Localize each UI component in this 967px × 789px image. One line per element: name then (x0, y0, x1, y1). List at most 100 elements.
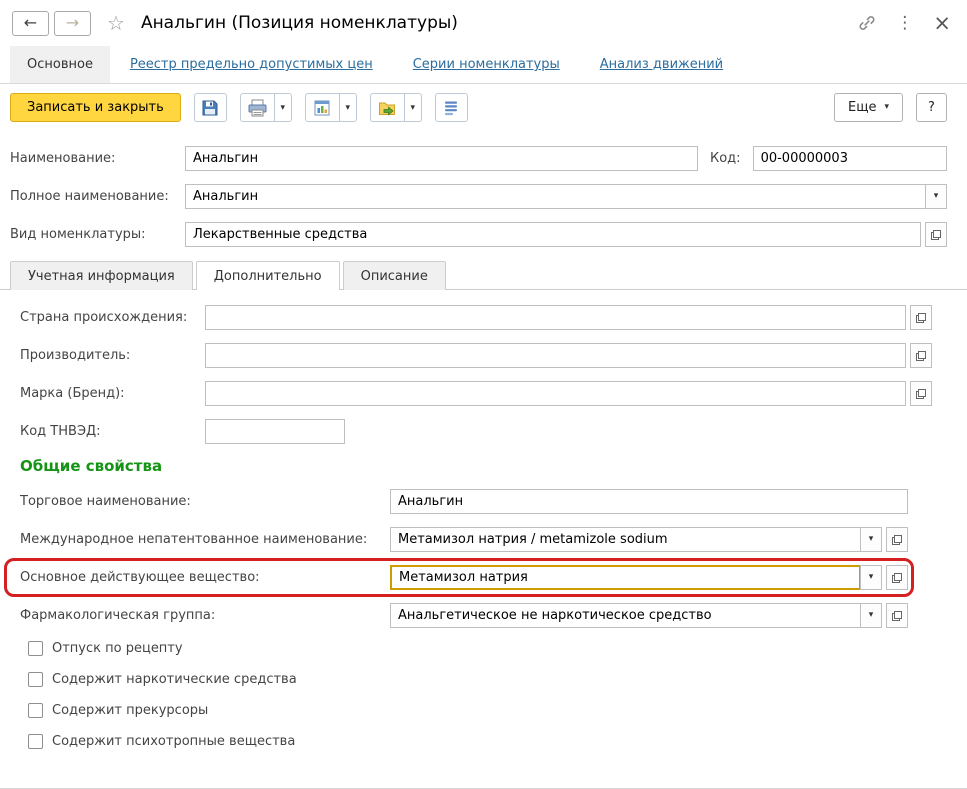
manufacturer-choose-button[interactable] (910, 343, 932, 368)
checkbox-psychotropic-label[interactable]: Содержит психотропные вещества (52, 734, 295, 749)
tab-accounting-info[interactable]: Учетная информация (10, 261, 193, 290)
pharm-group-label: Фармакологическая группа: (20, 608, 390, 623)
checkbox-narcotic-label[interactable]: Содержит наркотические средства (52, 672, 297, 687)
name-input[interactable] (185, 146, 698, 171)
help-button[interactable]: ? (916, 93, 947, 122)
create-based-on-button[interactable] (371, 94, 404, 121)
active-substance-choose-button[interactable] (886, 565, 908, 590)
checkbox-row-psychotropic: Содержит психотропные вещества (20, 734, 932, 749)
nav-link-price-registry[interactable]: Реестр предельно допустимых цен (130, 57, 373, 72)
nav-link-movement-analysis[interactable]: Анализ движений (600, 57, 723, 72)
field-row-inn: Международное непатентованное наименован… (20, 527, 908, 552)
full-name-field-group: ▾ (185, 184, 947, 209)
checkbox-row-prescription: Отпуск по рецепту (20, 641, 932, 656)
kebab-menu-icon[interactable]: ⋮ (896, 15, 913, 32)
detail-tabstrip: Учетная информация Дополнительно Описани… (0, 260, 967, 290)
active-substance-label: Основное действующее вещество: (20, 570, 390, 585)
close-icon[interactable]: × (933, 13, 951, 34)
manufacturer-field-group (205, 343, 932, 368)
navigation-bar: Основное Реестр предельно допустимых цен… (0, 46, 967, 84)
name-label: Наименование: (10, 151, 185, 166)
brand-input[interactable] (205, 381, 906, 406)
field-row-country: Страна происхождения: (20, 305, 932, 330)
nav-tab-main[interactable]: Основное (10, 46, 110, 83)
tab-additional[interactable]: Дополнительно (196, 261, 340, 290)
country-label: Страна происхождения: (20, 310, 205, 325)
titlebar: ← → ☆ Анальгин (Позиция номенклатуры) ⋮ … (0, 0, 967, 46)
checkbox-precursors-label[interactable]: Содержит прекурсоры (52, 703, 208, 718)
field-row-pharm-group: Фармакологическая группа: ▾ (20, 603, 908, 628)
back-button[interactable]: ← (12, 11, 49, 36)
chevron-down-icon: ▾ (869, 573, 874, 582)
full-name-input[interactable] (185, 184, 926, 209)
brand-choose-button[interactable] (910, 381, 932, 406)
overlapping-squares-icon (891, 572, 903, 584)
code-input[interactable] (753, 146, 947, 171)
manufacturer-input[interactable] (205, 343, 906, 368)
overlapping-squares-icon (915, 312, 927, 324)
country-field-group (205, 305, 932, 330)
tab-panel-additional: Страна происхождения: Производитель: (0, 290, 967, 749)
pharm-group-input[interactable] (390, 603, 861, 628)
chevron-down-icon: ▾ (934, 192, 939, 201)
nav-links: Реестр предельно допустимых цен Серии но… (130, 46, 723, 83)
checkbox-prescription[interactable] (28, 641, 43, 656)
section-title-common-properties: Общие свойства (20, 457, 932, 475)
reports-button[interactable] (306, 94, 339, 121)
code-label: Код: (710, 151, 741, 166)
forward-button[interactable]: → (54, 11, 91, 36)
trade-name-field-group (390, 489, 908, 514)
create-based-on-dropdown-button[interactable]: ▾ (404, 94, 421, 121)
printer-icon (248, 99, 267, 117)
reports-dropdown-button[interactable]: ▾ (339, 94, 356, 121)
print-dropdown-button[interactable]: ▾ (274, 94, 291, 121)
trade-name-label: Торговое наименование: (20, 494, 390, 509)
kind-input[interactable] (185, 222, 921, 247)
field-row-kind: Вид номенклатуры: (10, 222, 947, 247)
overlapping-squares-icon (930, 229, 942, 241)
reports-button-group: ▾ (305, 93, 357, 122)
link-icon[interactable] (858, 14, 876, 32)
inn-input[interactable] (390, 527, 861, 552)
inn-choose-button[interactable] (886, 527, 908, 552)
item-card-window: ← → ☆ Анальгин (Позиция номенклатуры) ⋮ … (0, 0, 967, 789)
save-button[interactable] (194, 93, 227, 122)
tnved-label: Код ТНВЭД: (20, 424, 205, 439)
save-and-close-button[interactable]: Записать и закрыть (10, 93, 181, 122)
overlapping-squares-icon (891, 534, 903, 546)
country-input[interactable] (205, 305, 906, 330)
checkbox-precursors[interactable] (28, 703, 43, 718)
active-substance-field-group: ▾ (390, 565, 908, 590)
more-button[interactable]: Еще ▾ (834, 93, 903, 122)
inn-field-group: ▾ (390, 527, 908, 552)
inn-dropdown-button[interactable]: ▾ (860, 527, 882, 552)
kind-choose-button[interactable] (925, 222, 947, 247)
tnved-input[interactable] (205, 419, 345, 444)
checkbox-row-precursors: Содержит прекурсоры (20, 703, 932, 718)
chevron-down-icon: ▾ (884, 103, 889, 112)
full-name-dropdown-button[interactable]: ▾ (925, 184, 947, 209)
pharm-group-choose-button[interactable] (886, 603, 908, 628)
tab-description[interactable]: Описание (343, 261, 446, 290)
favorite-star-icon[interactable]: ☆ (107, 13, 125, 33)
print-button[interactable] (241, 94, 274, 121)
field-row-brand: Марка (Бренд): (20, 381, 932, 406)
country-choose-button[interactable] (910, 305, 932, 330)
print-button-group: ▾ (240, 93, 292, 122)
list-button[interactable] (435, 93, 468, 122)
nav-link-series[interactable]: Серии номенклатуры (413, 57, 560, 72)
checkbox-prescription-label[interactable]: Отпуск по рецепту (52, 641, 183, 656)
active-substance-input[interactable] (390, 565, 861, 590)
active-substance-dropdown-button[interactable]: ▾ (860, 565, 882, 590)
field-row-full-name: Полное наименование: ▾ (10, 184, 947, 209)
checkbox-psychotropic[interactable] (28, 734, 43, 749)
checkbox-narcotic[interactable] (28, 672, 43, 687)
field-row-tnved: Код ТНВЭД: (20, 419, 932, 444)
brand-label: Марка (Бренд): (20, 386, 205, 401)
checkbox-group: Отпуск по рецепту Содержит наркотические… (20, 641, 932, 749)
trade-name-input[interactable] (390, 489, 908, 514)
create-based-on-button-group: ▾ (370, 93, 422, 122)
page-title: Анальгин (Позиция номенклатуры) (141, 13, 458, 33)
pharm-group-dropdown-button[interactable]: ▾ (860, 603, 882, 628)
field-row-manufacturer: Производитель: (20, 343, 932, 368)
